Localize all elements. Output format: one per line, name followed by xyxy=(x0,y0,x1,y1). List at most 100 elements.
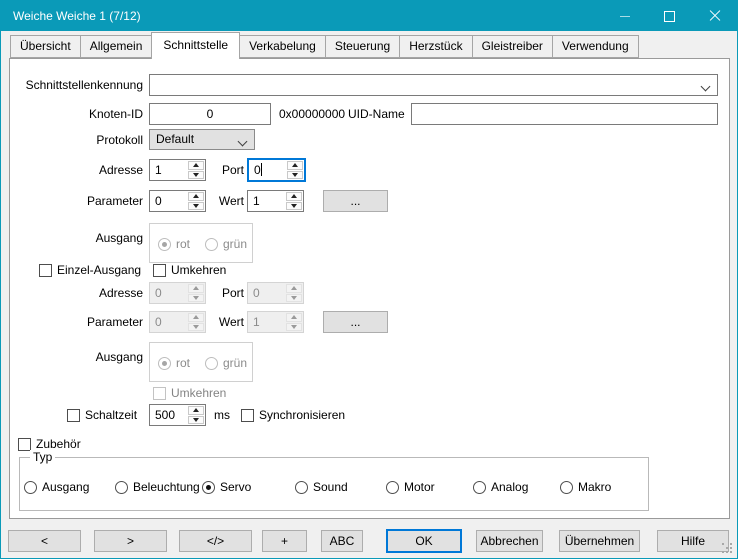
synchronize-label: Synchronisieren xyxy=(259,408,345,422)
port2-label: Port xyxy=(206,282,244,304)
tab-strip: Übersicht Allgemein Schnittstelle Verkab… xyxy=(10,32,639,59)
radio-beleuchtung-label: Beleuchtung xyxy=(133,480,200,494)
radio-analog[interactable]: Analog xyxy=(473,480,528,494)
invert2-label: Umkehren xyxy=(171,386,226,400)
next-button[interactable]: > xyxy=(94,530,167,552)
prev-button[interactable]: < xyxy=(8,530,81,552)
checkbox-icon xyxy=(153,264,166,277)
radio-servo[interactable]: Servo xyxy=(202,480,251,494)
port1-value: 0 xyxy=(249,160,286,180)
add-button[interactable]: + xyxy=(262,530,307,552)
value2-value: 1 xyxy=(248,312,285,332)
spin-down-icon[interactable] xyxy=(286,202,302,211)
switch-time-spinner[interactable]: 500 xyxy=(149,404,206,426)
code-button[interactable]: </> xyxy=(179,530,252,552)
ok-button[interactable]: OK xyxy=(386,529,462,553)
accessory-label: Zubehör xyxy=(36,437,81,451)
radio-servo-label: Servo xyxy=(220,480,251,494)
radio-icon xyxy=(295,481,308,494)
type-group: Typ Ausgang Beleuchtung Servo Sound Moto… xyxy=(19,457,649,511)
spin-down-icon[interactable] xyxy=(188,171,204,180)
radio-icon xyxy=(205,238,218,251)
radio-icon xyxy=(24,481,37,494)
radio-sound-label: Sound xyxy=(313,480,348,494)
radio-icon xyxy=(158,238,171,251)
help-button[interactable]: Hilfe xyxy=(657,530,729,552)
tab-gleistreiber[interactable]: Gleistreiber xyxy=(472,35,553,58)
radio-gruen-label: grün xyxy=(223,356,247,370)
checkbox-icon xyxy=(39,264,52,277)
spin-up-icon[interactable] xyxy=(286,192,302,201)
tab-verkabelung[interactable]: Verkabelung xyxy=(239,35,326,58)
radio-gruen-2: grün xyxy=(205,356,247,370)
port1-spinner[interactable]: 0 xyxy=(247,158,306,182)
protocol-dropdown[interactable]: Default xyxy=(149,129,255,150)
checkbox-icon xyxy=(18,438,31,451)
value2-label: Wert xyxy=(206,311,244,333)
radio-icon xyxy=(158,357,171,370)
uid-name-input[interactable] xyxy=(411,103,718,125)
spin-down-icon[interactable] xyxy=(287,171,303,180)
invert1-checkbox[interactable]: Umkehren xyxy=(153,263,226,277)
switch-time-value: 500 xyxy=(150,405,187,425)
spin-down-icon[interactable] xyxy=(188,202,204,211)
spin-up-icon xyxy=(188,284,204,293)
radio-sound[interactable]: Sound xyxy=(295,480,348,494)
value1-spinner[interactable]: 1 xyxy=(247,190,304,212)
interface-id-combobox[interactable] xyxy=(149,74,718,96)
abc-button[interactable]: ABC xyxy=(321,530,363,552)
accessory-checkbox[interactable]: Zubehör xyxy=(18,437,81,451)
tab-steuerung[interactable]: Steuerung xyxy=(325,35,400,58)
chevron-down-icon[interactable] xyxy=(701,82,711,92)
radio-icon xyxy=(202,481,215,494)
single-output-checkbox[interactable]: Einzel-Ausgang xyxy=(39,263,141,277)
tab-allgemein[interactable]: Allgemein xyxy=(80,35,153,58)
spin-up-icon[interactable] xyxy=(188,192,204,201)
radio-rot-1[interactable]: rot xyxy=(158,237,190,251)
node-id-input[interactable]: 0 xyxy=(149,103,271,125)
interface-id-label: Schnittstellenkennung xyxy=(13,74,143,96)
spin-up-icon[interactable] xyxy=(287,161,303,170)
switch-time-checkbox[interactable]: Schaltzeit xyxy=(67,408,137,422)
radio-gruen-1[interactable]: grün xyxy=(205,237,247,251)
tab-uebersicht[interactable]: Übersicht xyxy=(10,35,81,58)
parameter1-spinner[interactable]: 0 xyxy=(149,190,206,212)
more2-button[interactable]: ... xyxy=(323,311,388,333)
address2-value: 0 xyxy=(150,283,187,303)
more1-button[interactable]: ... xyxy=(323,190,388,212)
synchronize-checkbox[interactable]: Synchronisieren xyxy=(241,408,345,422)
maximize-icon xyxy=(664,11,675,22)
tab-herzstueck[interactable]: Herzstück xyxy=(399,35,472,58)
switch-time-label: Schaltzeit xyxy=(85,408,137,422)
apply-button[interactable]: Übernehmen xyxy=(559,530,640,552)
address1-spinner[interactable]: 1 xyxy=(149,159,206,181)
type-group-label: Typ xyxy=(30,450,55,464)
parameter2-value: 0 xyxy=(150,312,187,332)
maximize-button[interactable] xyxy=(647,1,692,31)
radio-ausgang[interactable]: Ausgang xyxy=(24,480,89,494)
spin-up-icon[interactable] xyxy=(188,161,204,170)
radio-icon xyxy=(115,481,128,494)
minimize-icon xyxy=(620,16,630,17)
parameter1-value: 0 xyxy=(150,191,187,211)
tab-schnittstelle[interactable]: Schnittstelle xyxy=(151,32,240,59)
cancel-button[interactable]: Abbrechen xyxy=(476,530,543,552)
spin-up-icon[interactable] xyxy=(188,406,204,415)
close-icon xyxy=(709,10,721,22)
resize-grip[interactable] xyxy=(722,543,733,554)
radio-icon xyxy=(205,357,218,370)
address1-value: 1 xyxy=(150,160,187,180)
radio-makro[interactable]: Makro xyxy=(560,480,611,494)
tab-verwendung[interactable]: Verwendung xyxy=(552,35,639,58)
radio-icon xyxy=(473,481,486,494)
radio-beleuchtung[interactable]: Beleuchtung xyxy=(115,480,200,494)
radio-motor[interactable]: Motor xyxy=(386,480,435,494)
close-button[interactable] xyxy=(692,1,737,31)
parameter2-label: Parameter xyxy=(13,311,143,333)
spin-up-icon xyxy=(188,313,204,322)
minimize-button[interactable] xyxy=(602,1,647,31)
spin-down-icon[interactable] xyxy=(188,416,204,425)
invert2-checkbox: Umkehren xyxy=(153,386,226,400)
radio-icon xyxy=(560,481,573,494)
spin-up-icon xyxy=(286,284,302,293)
